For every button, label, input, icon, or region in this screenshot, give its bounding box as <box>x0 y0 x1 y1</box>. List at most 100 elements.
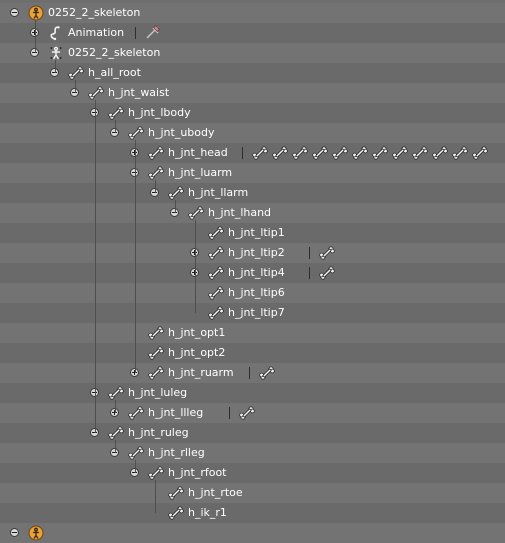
child-bone-icon[interactable] <box>392 145 408 161</box>
child-bone-icon[interactable] <box>292 145 308 161</box>
bone-icon <box>168 485 184 501</box>
tree-row-label[interactable]: h_jnt_opt1 <box>168 326 225 340</box>
tree-row-label[interactable]: h_jnt_rfoot <box>168 466 226 480</box>
row-separator <box>135 27 137 39</box>
bone-icon <box>148 145 164 161</box>
tree-row-label[interactable]: h_jnt_ubody <box>148 126 215 140</box>
tree-row-label[interactable]: 0252_2_skeleton <box>48 6 140 20</box>
row-separator <box>308 267 310 279</box>
tree-row-label[interactable]: h_jnt_rlleg <box>148 446 205 460</box>
tree-row-h-jnt-lbody[interactable]: h_jnt_lbody <box>0 103 505 123</box>
tree-row-h-jnt-llarm[interactable]: h_jnt_llarm <box>0 183 505 203</box>
tree-row-label[interactable]: h_jnt_waist <box>108 86 169 100</box>
tree-row-h-jnt-ubody[interactable]: h_jnt_ubody <box>0 123 505 143</box>
child-bone-icon[interactable] <box>352 145 368 161</box>
tree-row-label[interactable]: h_jnt_luleg <box>128 386 187 400</box>
child-bone-icon[interactable] <box>318 265 335 281</box>
bone-icon <box>208 225 224 241</box>
tree-row-label[interactable]: h_jnt_rtoe <box>188 486 243 500</box>
bone-icon <box>128 445 144 461</box>
bone-icon <box>108 105 124 121</box>
tree-row-h-ik-r1[interactable]: h_ik_r1 <box>0 503 505 523</box>
child-bone-icon[interactable] <box>452 145 468 161</box>
tree-row-label[interactable]: h_jnt_llleg <box>148 406 203 420</box>
armature-object-icon <box>28 525 44 541</box>
child-bone-icon[interactable] <box>312 145 328 161</box>
row-separator <box>242 147 243 159</box>
tree-row-h-jnt-ltip2[interactable]: h_jnt_ltip2 <box>0 243 505 263</box>
tree-row-h-jnt-lhand[interactable]: h_jnt_lhand <box>0 203 505 223</box>
bone-icon <box>148 365 164 381</box>
tree-row-h-jnt-head[interactable]: h_jnt_head <box>0 143 505 163</box>
tree-row-label[interactable]: h_jnt_ltip1 <box>228 226 285 240</box>
row-separator <box>308 247 310 259</box>
child-bone-icon[interactable] <box>372 145 388 161</box>
bone-icon <box>168 185 184 201</box>
collapse-toggle-icon[interactable] <box>10 528 19 537</box>
child-bone-icon[interactable] <box>412 145 428 161</box>
tree-connector-line <box>75 80 76 93</box>
tree-row-h-jnt-ltip4[interactable]: h_jnt_ltip4 <box>0 263 505 283</box>
tree-row-h-jnt-rfoot[interactable]: h_jnt_rfoot <box>0 463 505 483</box>
bone-icon <box>168 505 184 521</box>
tree-row-h-jnt-opt1[interactable]: h_jnt_opt1 <box>0 323 505 343</box>
tree-row-0252-2-skeleton[interactable]: 0252_2_skeleton <box>0 43 505 63</box>
bone-icon <box>208 285 224 301</box>
tree-row-h-jnt-ltip6[interactable]: h_jnt_ltip6 <box>0 283 505 303</box>
child-bone-icon[interactable] <box>272 145 288 161</box>
child-bone-icon[interactable] <box>238 405 255 421</box>
tree-row-label[interactable]: 0252_2_skeleton <box>68 46 160 60</box>
bone-icon <box>148 165 164 181</box>
tree-row-0252-2-skeleton[interactable]: 0252_2_skeleton <box>0 3 505 23</box>
tree-connector-line <box>55 60 56 73</box>
child-bone-icon[interactable] <box>472 145 488 161</box>
tree-row-h-jnt-ruarm[interactable]: h_jnt_ruarm <box>0 363 505 383</box>
tree-connector-line <box>135 140 136 373</box>
armature-object-icon <box>28 5 44 21</box>
tree-row-label[interactable]: h_jnt_llarm <box>188 186 248 200</box>
tree-row-label[interactable]: h_jnt_ruleg <box>128 426 189 440</box>
tree-row-h-jnt-ltip1[interactable]: h_jnt_ltip1 <box>0 223 505 243</box>
tree-row-label[interactable]: h_jnt_ltip7 <box>228 306 285 320</box>
child-bone-icon[interactable] <box>258 365 275 381</box>
tree-row-label[interactable]: h_jnt_lbody <box>128 106 191 120</box>
child-bone-icon[interactable] <box>252 145 268 161</box>
child-action-icon[interactable] <box>145 25 161 41</box>
tree-row-h-jnt-ltip7[interactable]: h_jnt_ltip7 <box>0 303 505 323</box>
tree-row-label[interactable]: h_jnt_lhand <box>208 206 271 220</box>
bone-icon <box>208 245 224 261</box>
tree-row-label[interactable]: Animation <box>68 26 124 40</box>
tree-connector-line <box>175 200 176 213</box>
tree-row-h-jnt-luleg[interactable]: h_jnt_luleg <box>0 383 505 403</box>
tree-row-label[interactable]: h_jnt_opt2 <box>168 346 225 360</box>
row-separator <box>228 407 230 419</box>
tree-connector-line <box>115 120 116 133</box>
tree-row-h-jnt-rtoe[interactable]: h_jnt_rtoe <box>0 483 505 503</box>
outliner-tree: 0252_2_skeleton Animation 0252_2_skeletonh… <box>0 0 505 543</box>
tree-row-h-jnt-ruleg[interactable]: h_jnt_ruleg <box>0 423 505 443</box>
tree-row-label[interactable]: h_ik_r1 <box>188 506 227 520</box>
tree-row-h-jnt-luarm[interactable]: h_jnt_luarm <box>0 163 505 183</box>
collapse-toggle-icon[interactable] <box>10 8 19 17</box>
tree-row-label[interactable]: h_jnt_head <box>168 146 228 160</box>
bone-icon <box>108 385 124 401</box>
child-bone-icon[interactable] <box>318 245 335 261</box>
tree-row-h-jnt-opt2[interactable]: h_jnt_opt2 <box>0 343 505 363</box>
tree-row-label[interactable]: h_jnt_ltip2 <box>228 246 285 260</box>
animation-icon <box>48 25 64 41</box>
tree-row-label[interactable]: h_jnt_luarm <box>168 166 232 180</box>
tree-row-label[interactable]: h_all_root <box>88 66 141 80</box>
child-bone-icon[interactable] <box>332 145 348 161</box>
tree-row-label[interactable]: h_jnt_ruarm <box>168 366 234 380</box>
tree-row-item[interactable] <box>0 523 505 543</box>
tree-connector-line <box>195 220 196 313</box>
tree-row-h-jnt-rlleg[interactable]: h_jnt_rlleg <box>0 443 505 463</box>
child-bone-icon[interactable] <box>432 145 448 161</box>
bone-icon <box>148 325 164 341</box>
tree-row-label[interactable]: h_jnt_ltip6 <box>228 286 285 300</box>
tree-connector-line <box>155 180 156 193</box>
bone-icon <box>208 265 224 281</box>
tree-row-h-jnt-llleg[interactable]: h_jnt_llleg <box>0 403 505 423</box>
tree-row-label[interactable]: h_jnt_ltip4 <box>228 266 285 280</box>
tree-row-animation[interactable]: Animation <box>0 23 505 43</box>
